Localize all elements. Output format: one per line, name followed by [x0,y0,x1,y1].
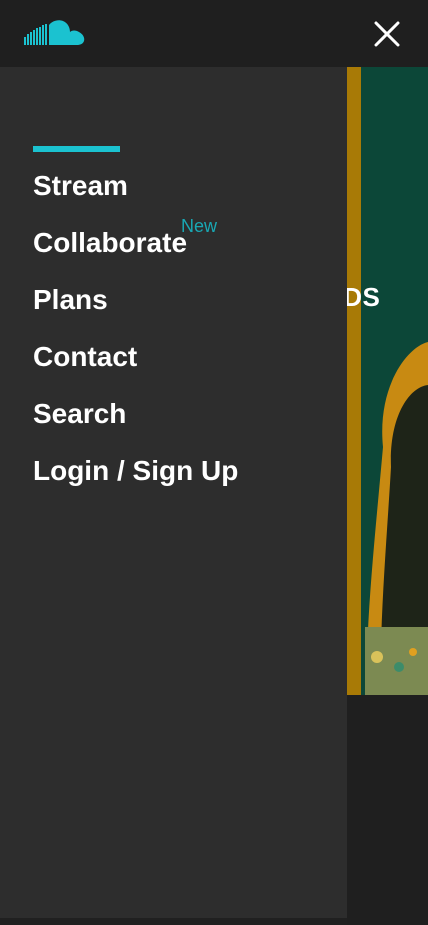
soundcloud-logo-icon[interactable] [24,19,86,49]
drawer-accent-bar [33,146,120,152]
hero-stripe [347,67,361,695]
page-background [347,695,428,925]
nav-item-plans[interactable]: Plans [33,281,238,338]
nav-item-label: Stream [33,170,128,201]
page: NDS Stream Collaborate New Plans Contact… [0,0,428,925]
top-bar [0,0,428,67]
nav-item-label: Search [33,398,127,429]
nav-item-label: Plans [33,284,108,315]
nav-item-label: Login / Sign Up [33,455,239,486]
nav-item-contact[interactable]: Contact [33,338,238,395]
nav-item-label: Contact [33,341,138,372]
nav-menu: Stream Collaborate New Plans Contact Sea… [33,167,238,509]
nav-item-collaborate[interactable]: Collaborate New [33,216,238,281]
close-icon[interactable] [372,19,402,49]
nav-item-search[interactable]: Search [33,395,238,452]
nav-item-login-signup[interactable]: Login / Sign Up [33,452,238,509]
hero-banner[interactable] [347,67,428,695]
nav-drawer: Stream Collaborate New Plans Contact Sea… [0,67,347,918]
nav-item-label: Collaborate [33,227,188,258]
new-badge: New [181,216,218,236]
